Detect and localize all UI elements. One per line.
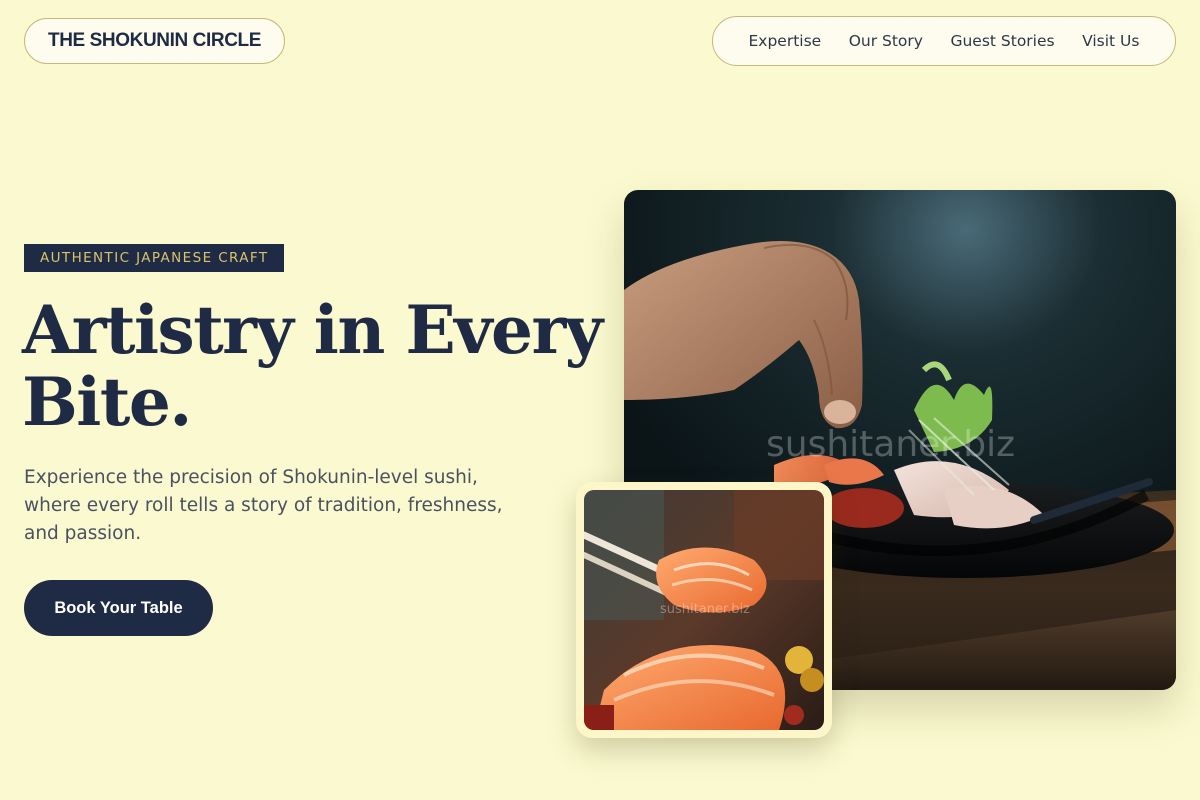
book-table-button[interactable]: Book Your Table (24, 580, 213, 636)
nav-link-expertise[interactable]: Expertise (748, 32, 821, 50)
nav-link-guest-stories[interactable]: Guest Stories (950, 32, 1054, 50)
hero-inset-photo-frame (576, 482, 832, 738)
main-nav: Expertise Our Story Guest Stories Visit … (712, 16, 1176, 66)
hero-subtext: Experience the precision of Shokunin-lev… (24, 467, 503, 544)
hero-headline-line1: Artistry in Every (22, 291, 603, 369)
nav-link-our-story[interactable]: Our Story (849, 32, 923, 50)
hero-eyebrow-badge: AUTHENTIC JAPANESE CRAFT (24, 244, 285, 272)
hero-headline: Artistry in Every Bite. (22, 294, 622, 438)
hero-inset-photo (584, 490, 824, 730)
nav-link-visit-us[interactable]: Visit Us (1082, 32, 1139, 50)
landing-page: THE SHOKUNIN CIRCLE Expertise Our Story … (0, 0, 1200, 800)
hero-headline-line2: Bite. (22, 363, 192, 441)
brand-logo[interactable]: THE SHOKUNIN CIRCLE (24, 18, 285, 64)
brand-name: THE SHOKUNIN CIRCLE (47, 30, 261, 51)
